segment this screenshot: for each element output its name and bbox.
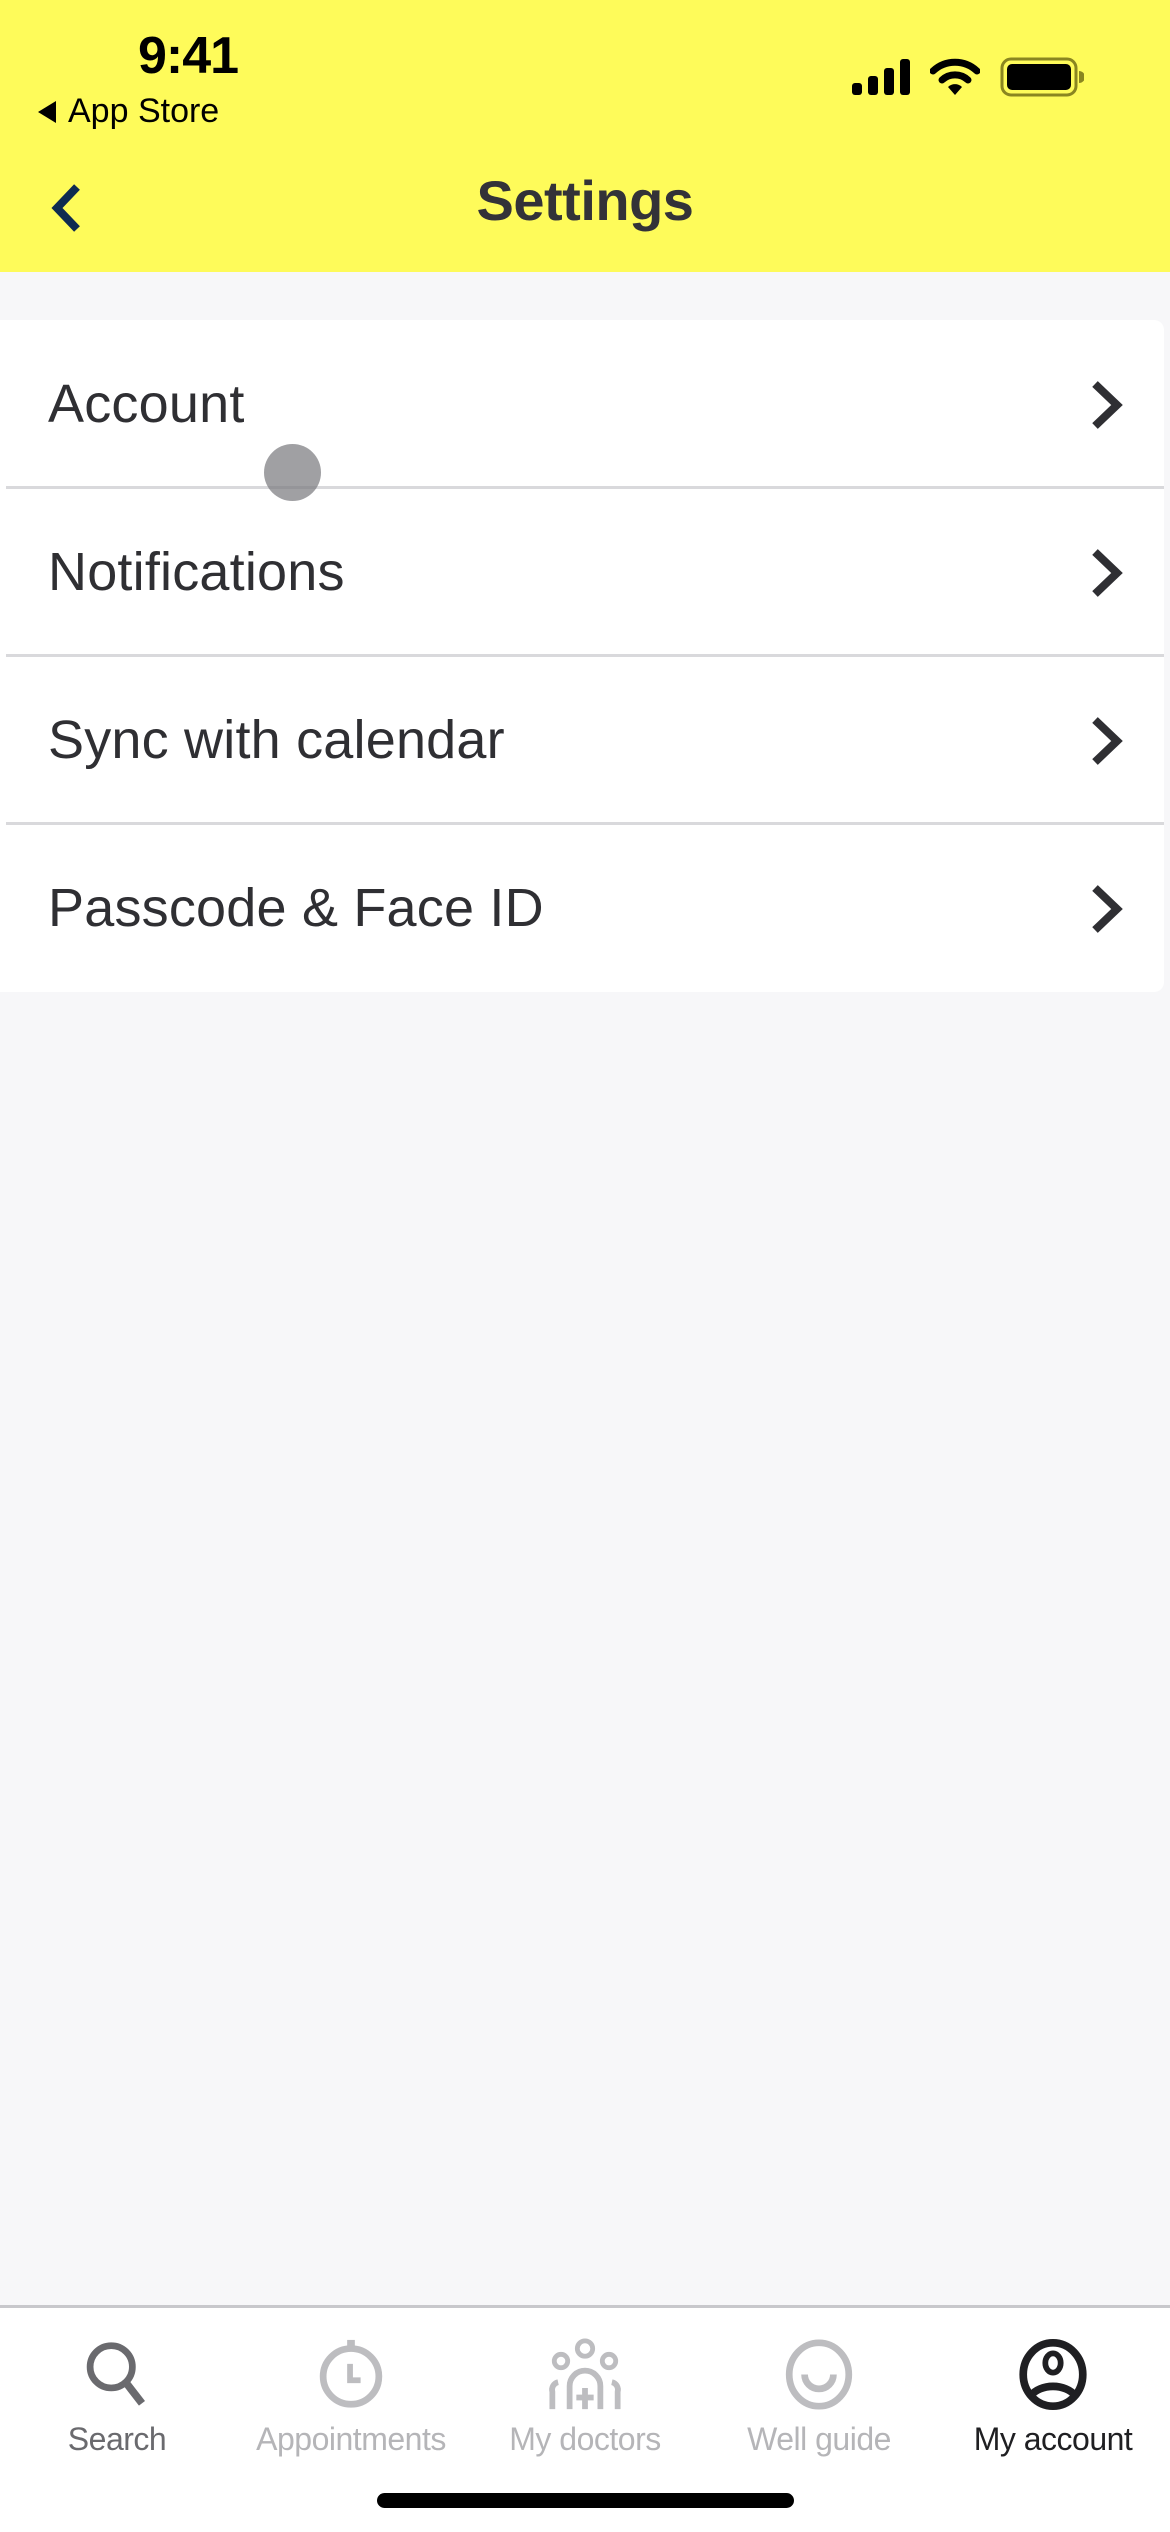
settings-item-label: Passcode & Face ID <box>48 878 544 938</box>
header: 9:41 App Store Settings <box>0 0 1170 272</box>
stopwatch-icon <box>319 2339 383 2408</box>
settings-item-sync-calendar[interactable]: Sync with calendar <box>0 654 1164 824</box>
battery-icon <box>1000 57 1084 97</box>
settings-item-label: Sync with calendar <box>48 710 505 770</box>
tab-label: Search <box>67 2421 167 2457</box>
chevron-right-icon <box>1092 549 1123 597</box>
touch-indicator <box>264 444 321 501</box>
tab-well-guide[interactable]: Well guide <box>702 2338 936 2458</box>
tab-my-doctors[interactable]: My doctors <box>468 2338 702 2458</box>
settings-item-notifications[interactable]: Notifications <box>0 486 1164 656</box>
cellular-signal-icon <box>852 59 910 95</box>
smile-icon <box>785 2339 853 2410</box>
tab-my-account[interactable]: My account <box>936 2338 1170 2458</box>
home-indicator[interactable] <box>377 2493 794 2508</box>
search-icon <box>86 2342 146 2406</box>
settings-list: Account Notifications Sync with calendar… <box>0 320 1164 992</box>
chevron-right-icon <box>1092 885 1123 933</box>
user-circle-icon <box>1019 2338 1087 2411</box>
status-icons <box>852 56 1084 98</box>
tab-label: My account <box>973 2421 1133 2457</box>
settings-item-account[interactable]: Account <box>0 320 1164 488</box>
tab-label: Well guide <box>747 2421 891 2457</box>
chevron-right-icon <box>1092 381 1123 429</box>
settings-item-passcode-face-id[interactable]: Passcode & Face ID <box>0 822 1164 992</box>
back-app-label: App Store <box>68 92 220 130</box>
page-title: Settings <box>476 169 694 232</box>
tab-appointments[interactable]: Appointments <box>234 2338 468 2458</box>
tab-label: My doctors <box>509 2421 661 2457</box>
wifi-icon <box>930 58 980 95</box>
tab-search[interactable]: Search <box>0 2338 234 2458</box>
back-to-app-store[interactable]: App Store <box>38 92 219 131</box>
status-time: 9:41 <box>138 27 239 85</box>
chevron-right-icon <box>1092 717 1123 765</box>
doctors-group-icon <box>549 2338 621 2410</box>
tab-label: Appointments <box>256 2421 446 2457</box>
back-triangle-icon <box>38 100 56 123</box>
settings-item-label: Account <box>48 374 245 434</box>
settings-item-label: Notifications <box>48 542 345 602</box>
